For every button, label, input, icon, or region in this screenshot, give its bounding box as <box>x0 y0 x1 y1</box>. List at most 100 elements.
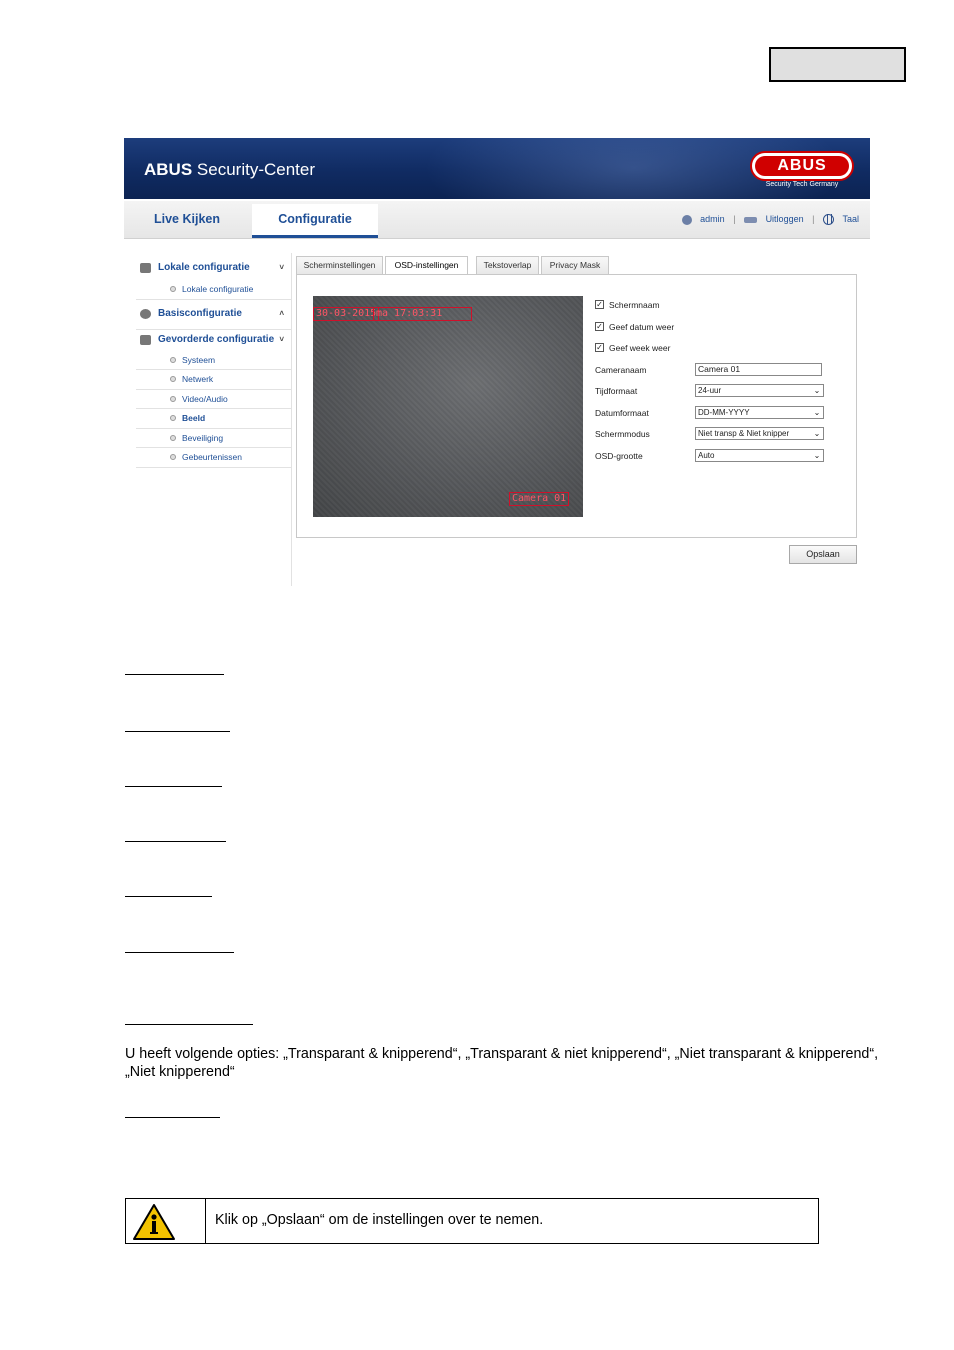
camera-name-row: Cameranaam Camera 01 <box>593 360 843 382</box>
sidebar-item-system[interactable]: Systeem <box>136 351 292 370</box>
sidebar-item-image[interactable]: Beeld <box>136 409 292 429</box>
app-screenshot: ABUS Security-Center ABUS Security Tech … <box>124 138 870 586</box>
display-mode-options-text: U heeft volgende opties: „Transparant & … <box>125 1046 879 1080</box>
sidebar-item-events[interactable]: Gebeurtenissen <box>136 448 292 468</box>
video-preview: 30-03-2015 ma 17:03:31 Camera 01 <box>313 296 583 517</box>
user-menu: admin | Uitloggen | Taal <box>679 214 862 226</box>
bullet-icon <box>170 356 176 363</box>
abus-logo-text: ABUS <box>755 156 849 176</box>
sidebar-section-basic[interactable]: Basisconfiguratie ˄ <box>136 304 292 326</box>
osd-size-select[interactable]: Auto ⌄ <box>695 448 824 462</box>
select-value: 24-uur <box>698 386 722 395</box>
heading-rule <box>125 896 212 897</box>
heading-rule <box>125 841 226 842</box>
heading-rule <box>125 1024 253 1025</box>
header-banner: ABUS Security-Center ABUS Security Tech … <box>124 138 870 199</box>
camera-name-label: Cameranaam <box>595 364 647 375</box>
sidebar-item-label: Video/Audio <box>182 393 228 404</box>
tab-screen-settings[interactable]: Scherminstellingen <box>296 256 383 275</box>
osd-camera-name-overlay[interactable]: Camera 01 <box>509 492 570 506</box>
tab-privacy-mask[interactable]: Privacy Mask <box>541 256 609 275</box>
display-mode-row: Schermmodus Niet transp & Niet knipper ⌄ <box>593 424 843 446</box>
show-name-row: ✓ Schermnaam <box>593 295 843 317</box>
show-date-label: Geef datum weer <box>609 321 675 332</box>
time-format-row: Tijdformaat 24-uur ⌄ <box>593 381 843 403</box>
tab-configuration[interactable]: Configuratie <box>252 204 378 238</box>
sidebar-item-security[interactable]: Beveiliging <box>136 429 292 448</box>
bullet-icon <box>170 395 176 402</box>
chevron-down-icon: ⌄ <box>811 449 823 461</box>
time-format-label: Tijdformaat <box>595 386 638 396</box>
sidebar-section-advanced[interactable]: Gevorderde configuratie ˅ <box>136 328 292 351</box>
brand-rest: Security-Center <box>196 160 316 179</box>
logo-subtitle: Security Tech Germany <box>765 181 839 188</box>
camera-name-input[interactable]: Camera 01 <box>695 362 822 376</box>
tab-osd-settings[interactable]: OSD-instellingen <box>385 256 468 275</box>
wrench-icon <box>140 334 151 345</box>
sidebar-divider <box>291 253 292 586</box>
heading-rule <box>125 674 224 675</box>
tab-text-overlay[interactable]: Tekstoverlap <box>476 256 539 275</box>
bullet-icon <box>170 286 176 292</box>
sidebar-item-label: Systeem <box>182 354 216 365</box>
chevron-down-icon: ⌄ <box>811 406 823 418</box>
nav-separator: | <box>812 214 815 224</box>
sidebar-item-label: Beeld <box>182 413 206 423</box>
heading-rule <box>125 731 230 732</box>
show-week-label: Geef week weer <box>609 343 671 353</box>
show-name-label: Schermnaam <box>609 300 660 310</box>
tab-live-view[interactable]: Live Kijken <box>124 204 250 238</box>
monitor-icon <box>140 263 151 273</box>
user-link[interactable]: admin <box>700 214 725 224</box>
chevron-down-icon: ⌄ <box>811 428 823 439</box>
nav-separator: | <box>733 214 736 224</box>
show-name-checkbox[interactable]: ✓ <box>595 300 604 309</box>
sidebar-section-label: Gevorderde configuratie <box>158 333 275 345</box>
page-header-box <box>769 47 906 82</box>
show-date-checkbox[interactable]: ✓ <box>595 321 604 331</box>
osd-form: ✓ Schermnaam ✓ Geef datum weer ✓ Geef we… <box>593 295 843 467</box>
chevron-up-icon: ˄ <box>279 308 284 318</box>
gear-icon <box>140 308 151 319</box>
note-icon-cell <box>126 1199 206 1243</box>
show-week-checkbox[interactable]: ✓ <box>595 343 604 352</box>
sidebar: Lokale configuratie ˅ Lokale configurati… <box>136 258 292 468</box>
osd-size-row: OSD-grootte Auto ⌄ <box>593 446 843 468</box>
select-value: DD-MM-YYYY <box>698 407 750 417</box>
display-mode-select[interactable]: Niet transp & Niet knipper ⌄ <box>695 427 824 440</box>
globe-icon <box>822 214 834 226</box>
display-mode-label: Schermmodus <box>595 429 650 439</box>
select-value: Niet transp & Niet knipper <box>698 429 790 438</box>
sidebar-section-label: Basisconfiguratie <box>158 307 242 319</box>
info-warning-icon <box>133 1204 175 1240</box>
sidebar-item-video-audio[interactable]: Video/Audio <box>136 390 292 409</box>
user-icon <box>681 214 692 225</box>
time-format-select[interactable]: 24-uur ⌄ <box>695 384 824 397</box>
osd-time-overlay[interactable]: ma 17:03:31 <box>373 307 472 321</box>
bullet-icon <box>170 434 176 441</box>
date-format-select[interactable]: DD-MM-YYYY ⌄ <box>695 405 824 419</box>
chevron-down-icon: ⌄ <box>811 385 823 396</box>
chevron-down-icon: ˅ <box>279 334 284 344</box>
show-date-row: ✓ Geef datum weer <box>593 317 843 339</box>
sidebar-item-local-config[interactable]: Lokale configuratie <box>136 280 292 300</box>
osd-settings-panel: 30-03-2015 ma 17:03:31 Camera 01 ✓ Scher… <box>296 274 857 538</box>
osd-size-label: OSD-grootte <box>595 450 643 461</box>
sidebar-item-label: Beveiliging <box>182 432 224 443</box>
bullet-icon <box>170 454 176 460</box>
show-week-row: ✓ Geef week weer <box>593 338 843 360</box>
save-button[interactable]: Opslaan <box>789 545 857 564</box>
note-text: Klik op „Opslaan“ om de instellingen ove… <box>215 1212 544 1228</box>
sidebar-section-local[interactable]: Lokale configuratie ˅ <box>136 258 292 280</box>
top-navigation: Live Kijken Configuratie admin | Uitlogg… <box>124 201 870 239</box>
heading-rule <box>125 786 222 787</box>
bullet-icon <box>170 376 176 382</box>
logout-link[interactable]: Uitloggen <box>766 214 804 224</box>
sidebar-item-network[interactable]: Netwerk <box>136 370 292 390</box>
date-format-row: Datumformaat DD-MM-YYYY ⌄ <box>593 403 843 425</box>
language-link[interactable]: Taal <box>842 214 859 224</box>
note-box: Klik op „Opslaan“ om de instellingen ove… <box>125 1198 819 1244</box>
osd-date-overlay[interactable]: 30-03-2015 <box>313 307 380 321</box>
sidebar-item-label: Netwerk <box>182 374 214 384</box>
chevron-down-icon: ˅ <box>279 263 284 272</box>
